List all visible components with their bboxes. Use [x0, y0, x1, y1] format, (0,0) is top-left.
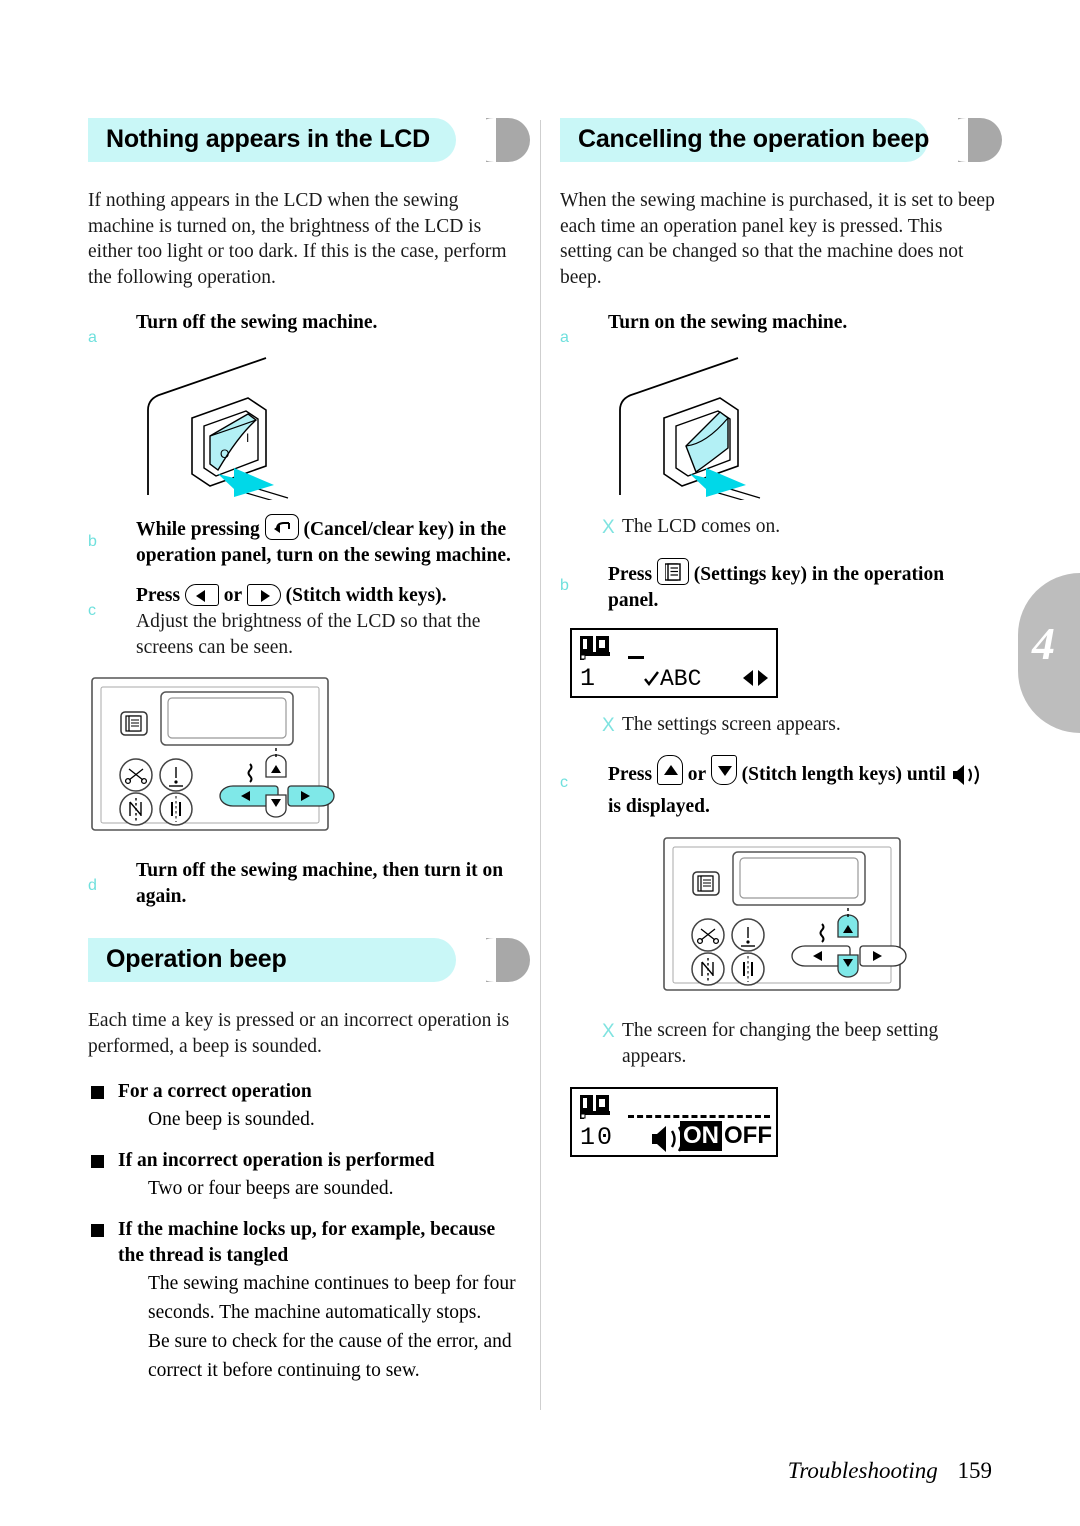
step-heading-mid: or	[687, 764, 706, 785]
result-arrow-icon: X	[602, 1021, 615, 1042]
chapter-tab: 4	[1018, 573, 1080, 733]
column-divider	[540, 120, 541, 1410]
step-heading-pre: While pressing	[136, 519, 260, 540]
beep-item-label: If the machine locks up, for example, be…	[118, 1219, 496, 1266]
step-heading-post: (Stitch length keys) until	[741, 764, 946, 785]
step-heading: Press or (Stitch width keys).	[136, 583, 523, 609]
step-marker: b	[560, 576, 569, 594]
section-heading-cancelling-beep: Cancelling the operation beep	[560, 118, 1002, 162]
beep-item-correct: For a correct operation One beep is soun…	[88, 1079, 523, 1134]
beep-item-label: For a correct operation	[118, 1081, 312, 1102]
result-arrow-icon: X	[602, 714, 615, 736]
result-arrow-icon: X	[602, 517, 615, 538]
bullet-square-icon	[91, 1086, 104, 1099]
lcd-abc-label: ABC	[644, 666, 701, 692]
lcd-dash	[628, 655, 644, 659]
step-marker: d	[88, 877, 97, 894]
step-heading-tail: is displayed.	[608, 796, 710, 817]
step-heading-pre: Press	[136, 585, 181, 606]
result-text: The LCD comes on.	[622, 516, 781, 537]
left-column: Nothing appears in the LCD If nothing ap…	[88, 118, 530, 1391]
page-footer: Troubleshooting 159	[788, 1458, 992, 1484]
power-switch-off-figure: O I	[88, 350, 523, 509]
step-heading-mid: or	[223, 585, 242, 606]
lcd-off-label: OFF	[724, 1122, 772, 1149]
step-b: b While pressing (Cancel/clear key) in t…	[88, 514, 523, 569]
bullet-square-icon	[91, 1224, 104, 1237]
result-text: The screen for changing the beep setting…	[622, 1020, 939, 1067]
lcd-number: 10	[580, 1123, 615, 1152]
step-subtext: Adjust the brightness of the LCD so that…	[136, 611, 481, 658]
beep-item-locked: If the machine locks up, for example, be…	[88, 1217, 523, 1385]
step-marker: c	[88, 602, 96, 619]
result-lcd-comes-on: X The LCD comes on.	[560, 514, 995, 540]
speaker-icon	[951, 764, 987, 794]
section-intro: If nothing appears in the LCD when the s…	[88, 190, 507, 288]
beep-item-body: The sewing machine continues to beep for…	[148, 1273, 516, 1381]
beep-item-body: Two or four beeps are sounded.	[148, 1178, 394, 1199]
step-marker: a	[88, 329, 97, 346]
step-b: b Press (Settings key) in the operation …	[560, 557, 995, 614]
step-a: a Turn on the sewing machine.	[560, 310, 995, 346]
step-d: d Turn off the sewing machine, then turn…	[88, 858, 523, 910]
footer-page-number: 159	[957, 1458, 993, 1483]
lcd-dashed-line	[628, 1115, 770, 1118]
lcd-on-label: ON	[680, 1121, 722, 1151]
step-heading: Turn off the sewing machine.	[136, 312, 378, 333]
section-title: Nothing appears in the LCD	[106, 125, 430, 153]
step-heading: Turn off the sewing machine, then turn i…	[136, 860, 504, 907]
beep-item-body: One beep is sounded.	[148, 1109, 315, 1130]
stitch-width-left-key-icon	[184, 584, 219, 606]
cancel-clear-key-icon	[264, 514, 299, 540]
right-column: Cancelling the operation beep When the s…	[560, 118, 1002, 1171]
lcd-arrow-indicators	[743, 669, 768, 686]
step-heading-pre: Press	[608, 563, 653, 585]
bullet-square-icon	[91, 1155, 104, 1168]
result-settings-screen: X The settings screen appears.	[560, 712, 995, 738]
lcd-number: 1	[580, 663, 598, 693]
step-heading: While pressing (Cancel/clear key) in the…	[136, 514, 523, 569]
step-heading: Press or (Stitch length keys) until is d…	[608, 755, 995, 820]
section-intro: Each time a key is pressed or an incorre…	[88, 1010, 510, 1057]
step-heading: Turn on the sewing machine.	[608, 312, 848, 333]
section-intro: When the sewing machine is purchased, it…	[560, 190, 995, 288]
operation-panel-figure-length-keys	[660, 834, 995, 1004]
step-marker: c	[560, 774, 568, 791]
beep-item-incorrect: If an incorrect operation is performed T…	[88, 1148, 523, 1203]
svg-text:I: I	[246, 431, 249, 445]
section-heading-operation-beep: Operation beep	[88, 938, 530, 982]
step-c: c Press or (Stitch width keys). Adjust t…	[88, 583, 523, 660]
svg-text:O: O	[220, 447, 229, 461]
section-heading-nothing-appears: Nothing appears in the LCD	[88, 118, 530, 162]
lcd-on-off-toggle: ON OFF	[680, 1121, 774, 1151]
stitch-length-down-key-icon	[710, 755, 737, 785]
lcd-settings-screen: 1 ABC	[570, 627, 778, 698]
manual-page: 4 Nothing appears in the LCD If nothing …	[0, 0, 1080, 1526]
section-title: Cancelling the operation beep	[578, 125, 930, 153]
stitch-width-right-key-icon	[246, 584, 281, 606]
banner-halfmoon	[472, 118, 530, 162]
chapter-number: 4	[1032, 618, 1055, 669]
step-c: c Press or (Stitch length keys) until is…	[560, 755, 995, 820]
footer-section: Troubleshooting	[787, 1458, 938, 1483]
result-text: The settings screen appears.	[622, 713, 841, 735]
section-title: Operation beep	[106, 945, 287, 973]
banner-halfmoon	[472, 938, 530, 982]
result-beep-screen: X The screen for changing the beep setti…	[560, 1018, 995, 1069]
banner-halfmoon	[944, 118, 1002, 162]
power-switch-on-figure	[560, 350, 995, 509]
step-heading: Press (Settings key) in the operation pa…	[608, 557, 995, 614]
lcd-beep-screen: 10 ON OFF	[570, 1087, 778, 1157]
beep-item-label: If an incorrect operation is performed	[118, 1150, 435, 1171]
operation-panel-figure-width-keys	[88, 674, 523, 844]
settings-key-icon	[656, 557, 689, 585]
stitch-length-up-key-icon	[656, 755, 683, 785]
step-heading-post: (Stitch width keys).	[285, 585, 447, 606]
step-marker: a	[560, 329, 569, 346]
step-a: a Turn off the sewing machine.	[88, 310, 523, 346]
step-heading-pre: Press	[608, 764, 653, 785]
step-marker: b	[88, 533, 97, 550]
